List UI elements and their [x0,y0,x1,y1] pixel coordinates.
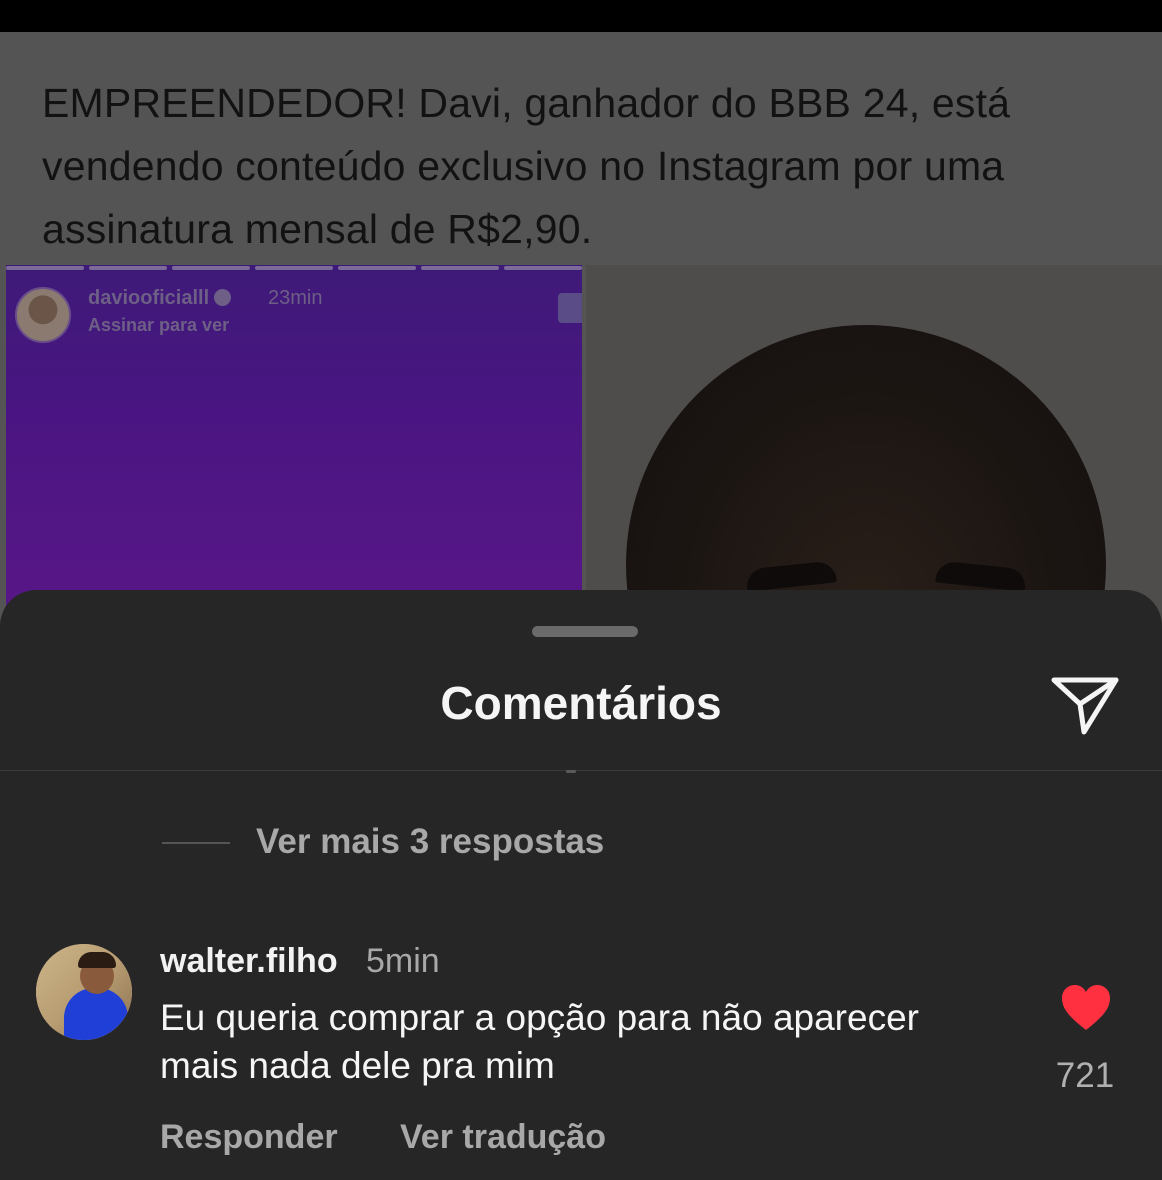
comments-sheet: Comentários Ver mais 3 respostas walter.… [0,590,1162,1180]
replies-line [162,842,230,844]
sheet-title: Comentários [440,677,722,729]
story-progress-bar [6,266,582,270]
view-more-replies-button[interactable]: Ver mais 3 respostas [256,822,604,862]
header-divider [0,770,1162,771]
story-corner-icon [558,293,582,323]
see-translation-button[interactable]: Ver tradução [400,1118,606,1157]
status-bar [0,0,1162,32]
comment-username[interactable]: walter.filho [160,942,338,981]
avatar[interactable] [36,944,132,1040]
like-count: 721 [1055,1056,1115,1095]
drag-handle[interactable] [532,626,638,637]
post-text: EMPREENDEDOR! Davi, ganhador do BBB 24, … [42,80,1011,252]
post-photo [586,265,1162,632]
reply-button[interactable]: Responder [160,1118,338,1157]
story-subtitle: Assinar para ver [88,315,230,335]
story-avatar [15,287,71,343]
scroll-remnant [566,770,576,773]
story-time: 23min [268,287,323,309]
comment-text: Eu queria comprar a opção para não apare… [160,997,919,1086]
verified-badge-icon [214,289,232,306]
story-username: daviooficialll [88,287,232,310]
paper-plane-icon[interactable] [1050,670,1122,738]
photo-head [626,325,1106,632]
background-post: EMPREENDEDOR! Davi, ganhador do BBB 24, … [0,32,1162,632]
heart-icon[interactable] [1060,984,1112,1032]
story-screenshot: daviooficialll 23min Assinar para ver [6,265,582,632]
comment-time: 5min [366,942,440,980]
